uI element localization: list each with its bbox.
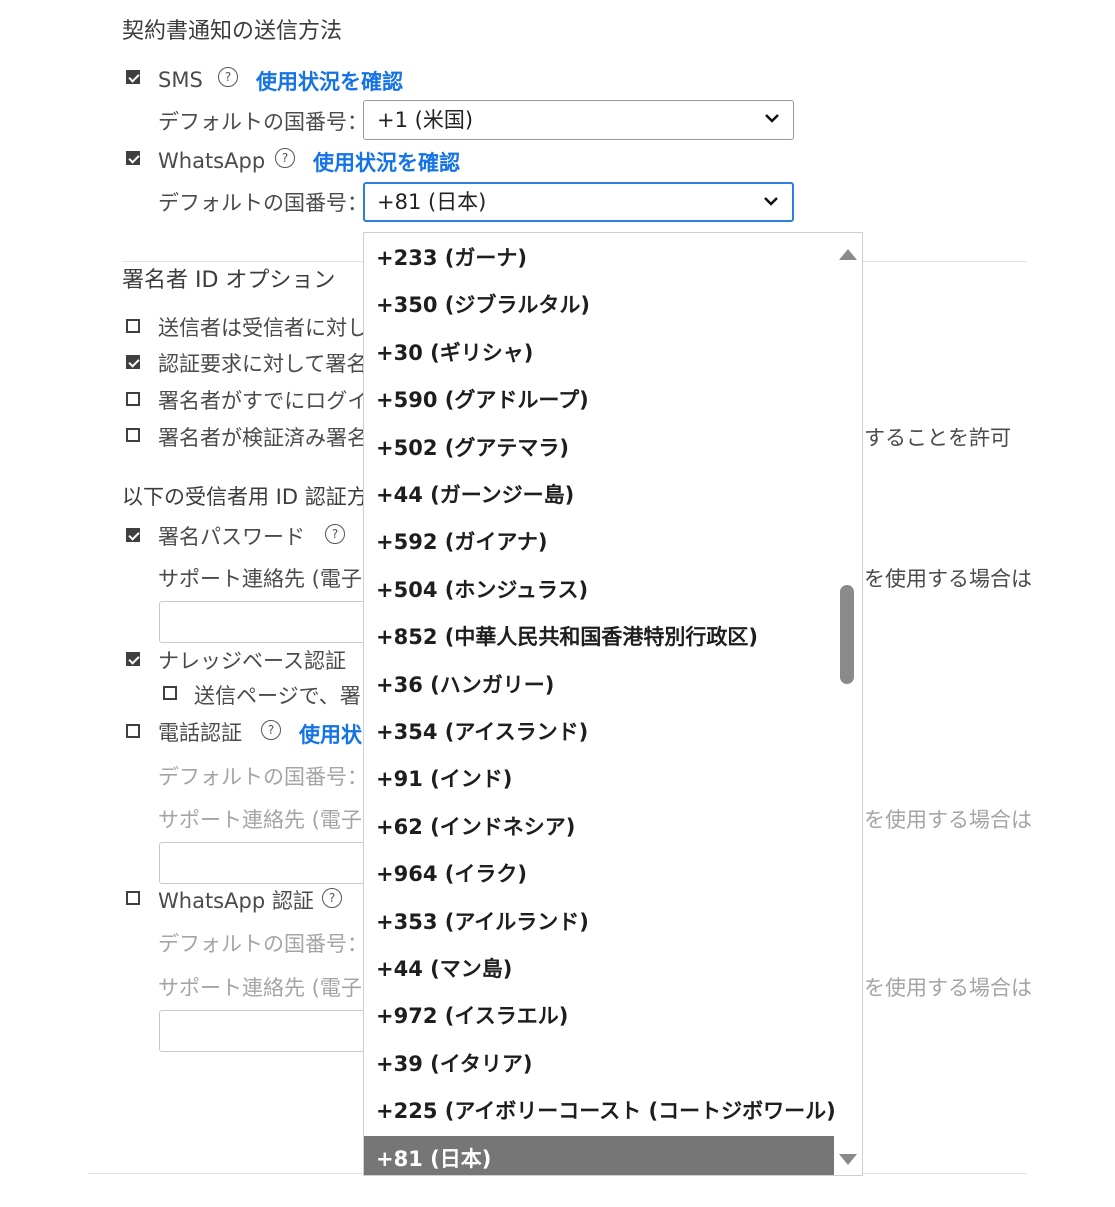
signer-option-checkbox[interactable] xyxy=(126,319,140,333)
scroll-up-arrow-icon[interactable] xyxy=(839,249,857,260)
kba-sub-label: 送信ページで、署 xyxy=(194,684,361,708)
kba-sub-checkbox[interactable] xyxy=(163,686,177,700)
dropdown-option[interactable]: +36 (ハンガリー) xyxy=(364,662,834,709)
dropdown-option[interactable]: +852 (中華人民共和国香港特別行政区) xyxy=(364,614,834,661)
sms-checkbox[interactable] xyxy=(126,70,140,84)
help-icon[interactable]: ? xyxy=(325,524,345,544)
signer-option-tail: することを許可 xyxy=(864,426,1011,450)
signer-option-checkbox[interactable] xyxy=(126,392,140,406)
signer-option-label: 署名者がすでにログイ xyxy=(158,389,369,413)
signer-option-checkbox[interactable] xyxy=(126,355,140,369)
phone-support-input[interactable] xyxy=(159,842,365,884)
dropdown-option[interactable]: +62 (インドネシア) xyxy=(364,804,834,851)
help-icon[interactable]: ? xyxy=(322,888,342,908)
whatsapp-auth-support-label: サポート連絡先 (電子 xyxy=(158,976,362,1000)
password-label: 署名パスワード xyxy=(158,525,305,549)
phone-auth-checkbox[interactable] xyxy=(126,724,140,738)
whatsapp-auth-label: WhatsApp 認証 xyxy=(158,889,314,913)
recipient-auth-heading: 以下の受信者用 ID 認証方 xyxy=(122,485,368,509)
whatsapp-auth-support-input[interactable] xyxy=(159,1010,365,1052)
dropdown-option[interactable]: +350 (ジブラルタル) xyxy=(364,282,834,329)
sms-country-select[interactable]: +1 (米国) xyxy=(363,100,794,140)
scroll-thumb[interactable] xyxy=(840,585,854,684)
whatsapp-auth-support-tail: を使用する場合は xyxy=(864,976,1032,1000)
dropdown-option[interactable]: +964 (イラク) xyxy=(364,851,834,898)
dropdown-option[interactable]: +81 (日本) xyxy=(364,1135,834,1175)
phone-support-label: サポート連絡先 (電子 xyxy=(158,808,362,832)
dropdown-option[interactable]: +972 (イスラエル) xyxy=(364,993,834,1040)
dropdown-option[interactable]: +44 (ガーンジー島) xyxy=(364,472,834,519)
sms-label: SMS xyxy=(158,68,203,92)
signer-option-label: 認証要求に対して署名 xyxy=(158,352,368,376)
signer-option-label: 送信者は受信者に対し xyxy=(158,316,368,340)
sms-country-label: デフォルトの国番号： xyxy=(158,110,368,134)
password-checkbox[interactable] xyxy=(126,528,140,542)
help-icon[interactable]: ? xyxy=(275,148,295,168)
signer-option-label: 署名者が検証済み署名 xyxy=(158,426,368,450)
dropdown-option[interactable]: +39 (イタリア) xyxy=(364,1041,834,1088)
help-icon[interactable]: ? xyxy=(261,720,281,740)
whatsapp-country-label: デフォルトの国番号： xyxy=(158,191,368,215)
dropdown-scrollbar[interactable] xyxy=(834,233,862,1175)
scroll-down-arrow-icon[interactable] xyxy=(839,1154,857,1165)
whatsapp-label: WhatsApp xyxy=(158,149,266,173)
phone-auth-label: 電話認証 xyxy=(158,721,242,745)
kba-checkbox[interactable] xyxy=(126,652,140,666)
whatsapp-auth-country-label: デフォルトの国番号： xyxy=(158,932,368,956)
whatsapp-country-select[interactable]: +81 (日本) xyxy=(363,182,794,222)
sms-usage-link[interactable]: 使用状況を確認 xyxy=(256,66,403,96)
chevron-down-icon xyxy=(764,197,778,206)
dropdown-option[interactable]: +30 (ギリシャ) xyxy=(364,330,834,377)
dropdown-option[interactable]: +225 (アイボリーコースト (コートジボワール)) xyxy=(364,1088,845,1135)
dropdown-option[interactable]: +353 (アイルランド) xyxy=(364,899,834,946)
notification-heading: 契約書通知の送信方法 xyxy=(122,19,343,44)
phone-country-label: デフォルトの国番号： xyxy=(158,765,368,789)
whatsapp-usage-link[interactable]: 使用状況を確認 xyxy=(313,147,460,177)
password-support-label: サポート連絡先 (電子 xyxy=(158,567,362,591)
kba-label: ナレッジベース認証 xyxy=(158,649,346,673)
country-code-dropdown[interactable]: +233 (ガーナ) +350 (ジブラルタル) +30 (ギリシャ) +590 (グ… xyxy=(363,232,863,1176)
dropdown-option[interactable]: +592 (ガイアナ) xyxy=(364,519,834,566)
chevron-down-icon xyxy=(765,114,779,123)
password-support-input[interactable] xyxy=(159,601,365,643)
sms-country-value: +1 (米国) xyxy=(377,108,474,132)
dropdown-option[interactable]: +91 (インド) xyxy=(364,756,834,803)
dropdown-option[interactable]: +502 (グアテマラ) xyxy=(364,425,834,472)
whatsapp-country-value: +81 (日本) xyxy=(377,190,487,214)
dropdown-option[interactable]: +504 (ホンジュラス) xyxy=(364,567,834,614)
signer-option-checkbox[interactable] xyxy=(126,428,140,442)
phone-usage-link[interactable]: 使用状 xyxy=(299,719,362,749)
help-icon[interactable]: ? xyxy=(218,67,238,87)
whatsapp-checkbox[interactable] xyxy=(126,151,140,165)
dropdown-option[interactable]: +590 (グアドループ) xyxy=(364,377,834,424)
dropdown-option[interactable]: +233 (ガーナ) xyxy=(364,235,834,282)
dropdown-option[interactable]: +354 (アイスランド) xyxy=(364,709,834,756)
signer-id-heading: 署名者 ID オプション xyxy=(122,268,336,293)
phone-support-tail: を使用する場合は xyxy=(864,808,1032,832)
dropdown-option[interactable]: +44 (マン島) xyxy=(364,946,834,993)
whatsapp-auth-checkbox[interactable] xyxy=(126,891,140,905)
password-support-tail: を使用する場合は xyxy=(864,567,1032,591)
